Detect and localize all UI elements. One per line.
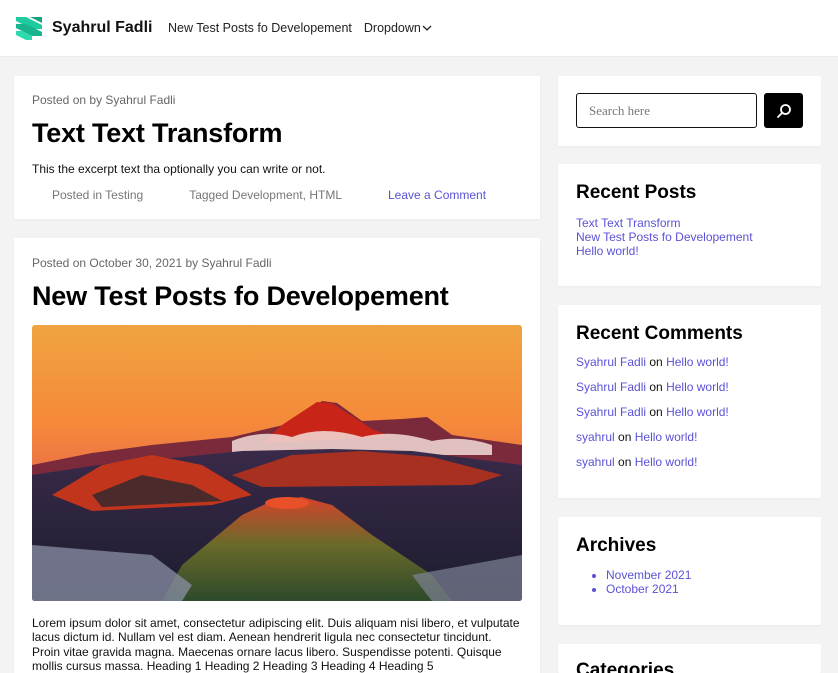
comment-connector: on xyxy=(649,355,663,369)
recent-posts-widget: Recent Posts Text Text Transform New Tes… xyxy=(558,164,821,286)
comment-author-link[interactable]: Syahrul Fadli xyxy=(576,380,646,394)
site-name[interactable]: Syahrul Fadli xyxy=(52,19,152,37)
post-card: Posted on by Syahrul Fadli Text Text Tra… xyxy=(14,76,540,219)
post-meta-by: by xyxy=(89,93,103,107)
post-title[interactable]: New Test Posts fo Developement xyxy=(32,281,449,312)
tag-link[interactable]: HTML xyxy=(309,188,342,202)
tag-separator: , xyxy=(302,188,306,202)
comment-connector: on xyxy=(618,455,632,469)
widget-title: Archives xyxy=(576,535,657,556)
nav-item-new-test-posts[interactable]: New Test Posts fo Developement xyxy=(168,21,352,35)
comment-author-link[interactable]: Syahrul Fadli xyxy=(576,405,646,419)
archive-link[interactable]: October 2021 xyxy=(606,582,679,596)
list-item: Syahrul Fadli on Hello world! xyxy=(576,355,729,380)
search-icon xyxy=(776,103,791,118)
category-link[interactable]: Testing xyxy=(105,188,143,202)
post-author-link[interactable]: Syahrul Fadli xyxy=(105,93,175,107)
comment-connector: on xyxy=(649,405,663,419)
post-date[interactable]: October 30, 2021 xyxy=(89,256,182,270)
recent-comments-list: Syahrul Fadli on Hello world! Syahrul Fa… xyxy=(576,355,729,480)
widget-title: Recent Posts xyxy=(576,182,697,203)
list-item: November 2021 xyxy=(606,568,806,582)
post-meta-by: by xyxy=(185,256,199,270)
nav-item-dropdown[interactable]: Dropdown xyxy=(364,21,432,35)
site-logo-icon[interactable] xyxy=(16,15,42,41)
recent-comments-widget: Recent Comments Syahrul Fadli on Hello w… xyxy=(558,305,821,498)
comment-post-link[interactable]: Hello world! xyxy=(666,405,729,419)
search-button[interactable] xyxy=(764,93,803,128)
tagged-label: Tagged xyxy=(189,188,229,202)
leave-comment-link[interactable]: Leave a Comment xyxy=(388,188,486,202)
categories-widget: Categories xyxy=(558,644,821,673)
comment-connector: on xyxy=(618,430,632,444)
list-item: syahrul on Hello world! xyxy=(576,430,729,455)
recent-post-link[interactable]: New Test Posts fo Developement xyxy=(576,230,753,244)
posted-in: Posted in Testing xyxy=(52,188,143,202)
recent-posts-list: Text Text Transform New Test Posts fo De… xyxy=(576,216,753,258)
post-content: Lorem ipsum dolor sit amet, consectetur … xyxy=(32,616,520,673)
site-header: Syahrul Fadli New Test Posts fo Develope… xyxy=(0,0,838,57)
chevron-down-icon xyxy=(422,25,432,31)
list-item: New Test Posts fo Developement xyxy=(576,230,753,244)
post-meta-prefix: Posted on xyxy=(32,256,87,270)
nav-item-dropdown-label: Dropdown xyxy=(363,21,421,35)
post-footer: Posted in Testing Tagged Development, HT… xyxy=(52,188,512,202)
list-item: October 2021 xyxy=(606,582,806,596)
recent-post-link[interactable]: Text Text Transform xyxy=(576,216,680,230)
search-widget xyxy=(558,76,821,146)
comment-author-link[interactable]: syahrul xyxy=(576,455,615,469)
post-featured-image[interactable] xyxy=(32,325,522,601)
post-title[interactable]: Text Text Transform xyxy=(32,118,282,149)
list-item: Hello world! xyxy=(576,244,753,258)
comment-connector: on xyxy=(649,380,663,394)
post-meta: Posted on October 30, 2021 by Syahrul Fa… xyxy=(32,256,272,270)
list-item: syahrul on Hello world! xyxy=(576,455,729,480)
tag-link[interactable]: Development xyxy=(232,188,303,202)
archives-widget: Archives November 2021 October 2021 xyxy=(558,517,821,625)
post-meta: Posted on by Syahrul Fadli xyxy=(32,93,175,107)
main-nav: New Test Posts fo Developement Dropdown xyxy=(168,21,432,35)
comment-post-link[interactable]: Hello world! xyxy=(666,380,729,394)
posted-in-label: Posted in xyxy=(52,188,103,202)
comment-post-link[interactable]: Hello world! xyxy=(635,430,698,444)
list-item: Text Text Transform xyxy=(576,216,753,230)
list-item: Syahrul Fadli on Hello world! xyxy=(576,405,729,430)
tagged: Tagged Development, HTML xyxy=(189,188,342,202)
recent-post-link[interactable]: Hello world! xyxy=(576,244,639,258)
widget-title: Recent Comments xyxy=(576,323,743,344)
comment-post-link[interactable]: Hello world! xyxy=(666,355,729,369)
comment-post-link[interactable]: Hello world! xyxy=(635,455,698,469)
post-author-link[interactable]: Syahrul Fadli xyxy=(202,256,272,270)
archives-list: November 2021 October 2021 xyxy=(576,568,806,596)
archive-link[interactable]: November 2021 xyxy=(606,568,691,582)
search-input[interactable] xyxy=(576,93,757,128)
comment-author-link[interactable]: Syahrul Fadli xyxy=(576,355,646,369)
widget-title: Categories xyxy=(576,660,675,673)
comment-author-link[interactable]: syahrul xyxy=(576,430,615,444)
post-meta-prefix: Posted on xyxy=(32,93,87,107)
post-excerpt: This the excerpt text tha optionally you… xyxy=(32,162,326,176)
list-item: Syahrul Fadli on Hello world! xyxy=(576,380,729,405)
post-card: Posted on October 30, 2021 by Syahrul Fa… xyxy=(14,238,540,673)
